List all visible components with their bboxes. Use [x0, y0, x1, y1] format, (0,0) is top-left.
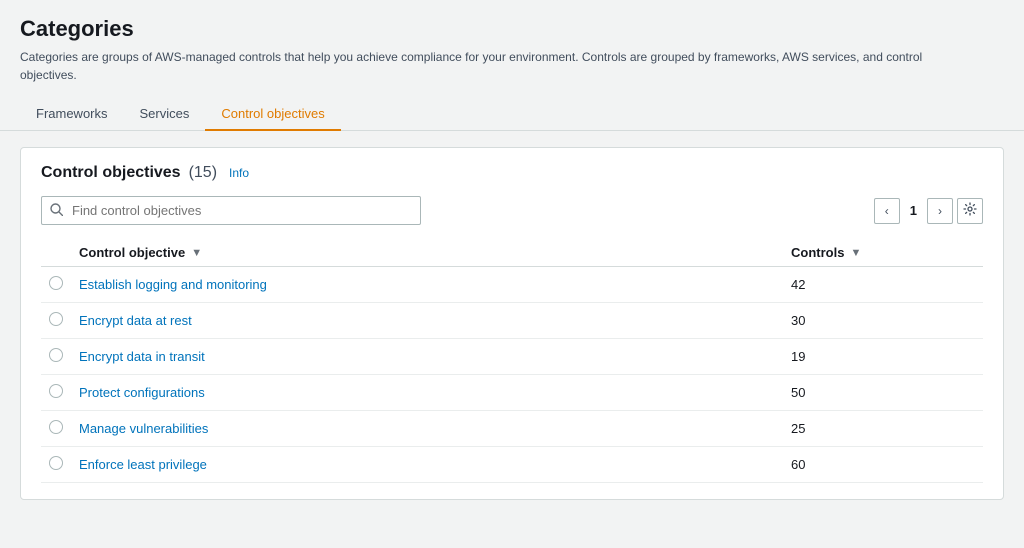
- chevron-right-icon: ›: [938, 204, 942, 218]
- controls-cell: 42: [783, 267, 983, 303]
- row-selector-cell[interactable]: [41, 375, 71, 411]
- table-row: Establish logging and monitoring 42: [41, 267, 983, 303]
- page-title: Categories: [20, 16, 1004, 42]
- search-bar-row: ‹ 1 ›: [41, 196, 983, 225]
- next-page-button[interactable]: ›: [927, 198, 953, 224]
- table-row: Enforce least privilege 60: [41, 447, 983, 483]
- control-objectives-panel: Control objectives (15) Info ‹ 1: [20, 147, 1004, 500]
- sort-icon-objective[interactable]: ▼: [191, 247, 202, 259]
- controls-cell: 25: [783, 411, 983, 447]
- table-row: Protect configurations 50: [41, 375, 983, 411]
- objective-cell: Manage vulnerabilities: [71, 411, 783, 447]
- pagination-controls: ‹ 1 ›: [874, 198, 983, 224]
- objective-cell: Enforce least privilege: [71, 447, 783, 483]
- panel-count: (15): [189, 164, 217, 182]
- sort-icon-controls[interactable]: ▼: [850, 247, 861, 259]
- control-objectives-table: Control objective ▼ Controls ▼ Establish…: [41, 239, 983, 483]
- info-link[interactable]: Info: [229, 166, 249, 180]
- controls-cell: 19: [783, 339, 983, 375]
- radio-button[interactable]: [49, 312, 63, 326]
- tab-services[interactable]: Services: [124, 98, 206, 131]
- page-header: Categories Categories are groups of AWS-…: [0, 0, 1024, 131]
- controls-cell: 30: [783, 303, 983, 339]
- objective-cell: Protect configurations: [71, 375, 783, 411]
- objective-link[interactable]: Manage vulnerabilities: [79, 421, 208, 436]
- tab-frameworks[interactable]: Frameworks: [20, 98, 124, 131]
- table-row: Manage vulnerabilities 25: [41, 411, 983, 447]
- page-description: Categories are groups of AWS-managed con…: [20, 48, 980, 84]
- row-selector-cell[interactable]: [41, 447, 71, 483]
- controls-cell: 60: [783, 447, 983, 483]
- tab-control-objectives[interactable]: Control objectives: [205, 98, 340, 131]
- settings-button[interactable]: [957, 198, 983, 224]
- row-selector-cell[interactable]: [41, 339, 71, 375]
- row-selector-cell[interactable]: [41, 411, 71, 447]
- row-selector-cell[interactable]: [41, 303, 71, 339]
- objective-link[interactable]: Encrypt data at rest: [79, 313, 192, 328]
- radio-button[interactable]: [49, 456, 63, 470]
- col-selector: [41, 239, 71, 267]
- table-row: Encrypt data at rest 30: [41, 303, 983, 339]
- panel-header: Control objectives (15) Info: [41, 164, 983, 182]
- radio-button[interactable]: [49, 384, 63, 398]
- objective-link[interactable]: Protect configurations: [79, 385, 205, 400]
- settings-icon: [963, 202, 977, 219]
- radio-button[interactable]: [49, 276, 63, 290]
- page-number: 1: [904, 203, 923, 218]
- objective-cell: Establish logging and monitoring: [71, 267, 783, 303]
- col-header-controls: Controls ▼: [783, 239, 983, 267]
- search-container: [41, 196, 421, 225]
- objective-link[interactable]: Enforce least privilege: [79, 457, 207, 472]
- radio-button[interactable]: [49, 348, 63, 362]
- objective-cell: Encrypt data in transit: [71, 339, 783, 375]
- col-header-control-objective: Control objective ▼: [71, 239, 783, 267]
- controls-cell: 50: [783, 375, 983, 411]
- objective-cell: Encrypt data at rest: [71, 303, 783, 339]
- table-header-row: Control objective ▼ Controls ▼: [41, 239, 983, 267]
- chevron-left-icon: ‹: [885, 204, 889, 218]
- search-input[interactable]: [41, 196, 421, 225]
- row-selector-cell[interactable]: [41, 267, 71, 303]
- prev-page-button[interactable]: ‹: [874, 198, 900, 224]
- main-content: Control objectives (15) Info ‹ 1: [0, 131, 1024, 516]
- table-row: Encrypt data in transit 19: [41, 339, 983, 375]
- radio-button[interactable]: [49, 420, 63, 434]
- tab-bar: Frameworks Services Control objectives: [0, 98, 1024, 131]
- objective-link[interactable]: Encrypt data in transit: [79, 349, 205, 364]
- search-icon: [50, 203, 63, 219]
- panel-title: Control objectives: [41, 164, 181, 182]
- objective-link[interactable]: Establish logging and monitoring: [79, 277, 267, 292]
